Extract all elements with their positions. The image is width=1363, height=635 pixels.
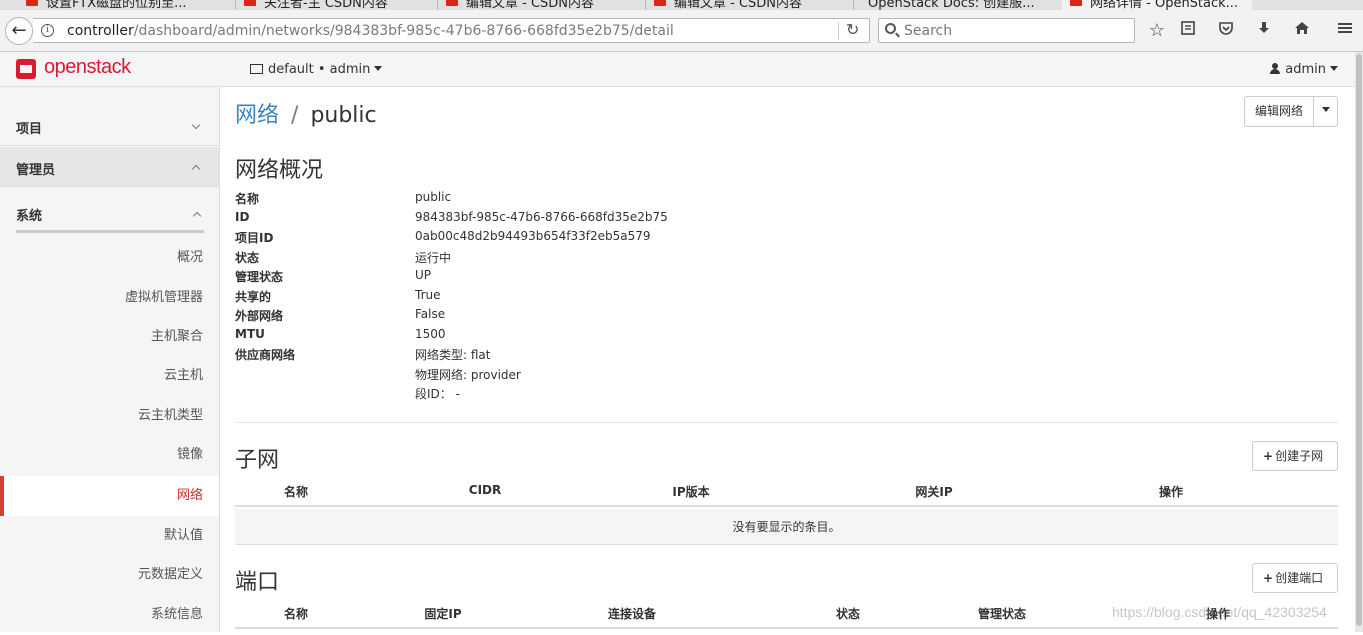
detail-row: 共享的 True — [235, 287, 441, 304]
caret-down-icon — [1330, 66, 1338, 71]
column-header[interactable]: 固定IP — [424, 605, 461, 622]
chevron-up-icon — [192, 211, 202, 221]
column-header[interactable]: IP版本 — [672, 483, 709, 500]
pocket-icon[interactable] — [1215, 20, 1237, 42]
favicon-icon — [654, 0, 666, 6]
sidebar-item-instances[interactable]: 云主机 — [0, 356, 219, 396]
subnets-table-header: 名称 CIDR IP版本 网关IP 操作 — [235, 477, 1338, 507]
openstack-logo-icon[interactable] — [16, 59, 36, 79]
home-icon[interactable] — [1291, 20, 1313, 42]
watermark: https://blog.csdn.net/qq_42303254 — [1112, 604, 1327, 620]
caret-down-icon — [374, 66, 383, 71]
browser-tab-strip: 设置FTX磁盘的位别至... 关注者-主 CSDN内容 编辑文章 - CSDN内… — [0, 0, 1363, 10]
column-header[interactable]: 管理状态 — [978, 605, 1026, 622]
favicon-icon — [1070, 0, 1082, 6]
browser-tab[interactable]: OpenStack Docs: 创建服... — [840, 0, 1060, 10]
edit-network-button[interactable]: 编辑网络 — [1245, 97, 1314, 126]
detail-row: 供应商网络 网络类型: flat — [235, 348, 491, 362]
main-content: 网络 / public 编辑网络 网络概况 名称 public ID 984383bf-… — [235, 87, 1338, 632]
sidebar-item-metadata-definitions[interactable]: 元数据定义 — [0, 555, 219, 595]
subnets-empty-row: 没有要显示的条目。 — [235, 509, 1338, 545]
breadcrumb: 网络 / public — [235, 97, 377, 129]
hamburger-menu-icon[interactable] — [1334, 20, 1356, 42]
detail-row: 管理状态 UP — [235, 268, 432, 284]
favicon-icon — [244, 0, 256, 6]
sidebar-group-admin[interactable]: 管理员 — [0, 147, 219, 187]
column-header[interactable]: 状态 — [836, 605, 860, 622]
breadcrumb-networks-link[interactable]: 网络 — [235, 103, 279, 128]
sidebar-item-system-info[interactable]: 系统信息 — [0, 595, 219, 635]
section-divider — [235, 422, 1338, 423]
detail-row: ID 984383bf-985c-47b6-8766-668fd35e2b75 — [235, 209, 668, 224]
edit-network-button-group: 编辑网络 — [1244, 96, 1338, 127]
chevron-down-icon — [191, 120, 201, 130]
bookmark-star-icon[interactable]: ☆ — [1146, 20, 1168, 42]
search-icon — [885, 23, 896, 34]
detail-row: 状态 运行中 — [235, 250, 452, 265]
detail-row: 物理网络: provider — [415, 367, 521, 382]
sidebar-item-overview[interactable]: 概况 — [0, 238, 219, 278]
detail-row: MTU 1500 — [235, 326, 446, 341]
browser-tab[interactable]: 关注者-主 CSDN内容 — [236, 0, 436, 10]
user-menu[interactable]: admin — [1270, 62, 1338, 77]
browser-tab-active[interactable]: 网络详情 - OpenStack... — [1062, 0, 1252, 10]
sidebar-item-hypervisors[interactable]: 虚拟机管理器 — [0, 278, 219, 318]
sidebar: 项目 管理员 系统 概况 虚拟机管理器 主机聚合 云主机 云主机类型 镜像 网络… — [0, 87, 220, 632]
browser-tab[interactable]: 编辑文章 - CSDN内容 — [646, 0, 851, 10]
browser-tab[interactable]: 编辑文章 - CSDN内容 — [438, 0, 643, 10]
sidebar-subgroup-system[interactable]: 系统 — [16, 197, 204, 233]
column-header[interactable]: 名称 — [284, 483, 308, 500]
caret-down-icon — [1322, 107, 1330, 112]
column-header: 操作 — [1158, 485, 1184, 499]
overview-heading: 网络概况 — [235, 158, 324, 183]
page-title: public — [310, 103, 377, 128]
sidebar-item-networks[interactable]: 网络 — [0, 476, 219, 516]
project-selector[interactable]: default • admin — [250, 62, 383, 77]
sidebar-item-host-aggregates[interactable]: 主机聚合 — [0, 317, 219, 357]
detail-row: 外部网络 False — [235, 307, 446, 323]
column-header[interactable]: 连接设备 — [608, 605, 656, 622]
detail-row: 段ID： - — [415, 387, 460, 401]
sidebar-item-images[interactable]: 镜像 — [0, 435, 219, 475]
plus-icon: + — [1263, 571, 1274, 585]
ports-heading: 端口 — [235, 570, 280, 595]
browser-tab[interactable]: 设置FTX磁盘的位别至... — [18, 0, 233, 10]
url-divider — [838, 22, 839, 40]
monitor-icon — [250, 64, 263, 74]
openstack-header: openstack default • admin admin — [0, 52, 1355, 87]
plus-icon: + — [1263, 449, 1274, 463]
favicon-icon — [446, 0, 458, 6]
chevron-up-icon — [191, 164, 201, 174]
user-icon — [1270, 63, 1281, 74]
create-port-button[interactable]: + 创建端口 — [1252, 563, 1338, 593]
search-placeholder: Search — [904, 23, 953, 39]
column-header[interactable]: 网关IP — [915, 483, 952, 500]
reading-list-icon[interactable] — [1177, 20, 1199, 42]
sidebar-item-flavors[interactable]: 云主机类型 — [0, 396, 219, 436]
search-input[interactable]: Search — [878, 18, 1135, 43]
back-arrow-icon[interactable]: ← — [5, 17, 33, 45]
sidebar-item-defaults[interactable]: 默认值 — [0, 516, 219, 556]
info-icon[interactable]: i — [41, 24, 54, 37]
column-header[interactable]: 名称 — [284, 605, 308, 622]
scrollbar-thumb[interactable] — [1356, 54, 1362, 626]
url-bar[interactable]: i controller/dashboard/admin/networks/98… — [33, 18, 870, 43]
page-scrollbar[interactable] — [1355, 52, 1363, 632]
column-header[interactable]: CIDR — [469, 483, 501, 497]
download-icon[interactable] — [1253, 20, 1275, 42]
breadcrumb-separator: / — [291, 103, 299, 128]
sidebar-group-project[interactable]: 项目 — [0, 106, 219, 146]
favicon-icon — [26, 0, 38, 6]
detail-row: 项目ID 0ab00c48d2b94493b654f33f2eb5a579 — [235, 229, 651, 245]
browser-navbar: ← i controller/dashboard/admin/networks/… — [0, 10, 1363, 52]
subnets-heading: 子网 — [235, 448, 280, 473]
openstack-logo-text[interactable]: openstack — [44, 56, 131, 79]
detail-row: 名称 public — [235, 190, 452, 206]
reload-icon[interactable]: ↻ — [846, 20, 859, 39]
url-text[interactable]: controller/dashboard/admin/networks/9843… — [67, 23, 674, 39]
edit-network-dropdown-toggle[interactable] — [1314, 97, 1338, 126]
create-subnet-button[interactable]: + 创建子网 — [1252, 441, 1338, 471]
